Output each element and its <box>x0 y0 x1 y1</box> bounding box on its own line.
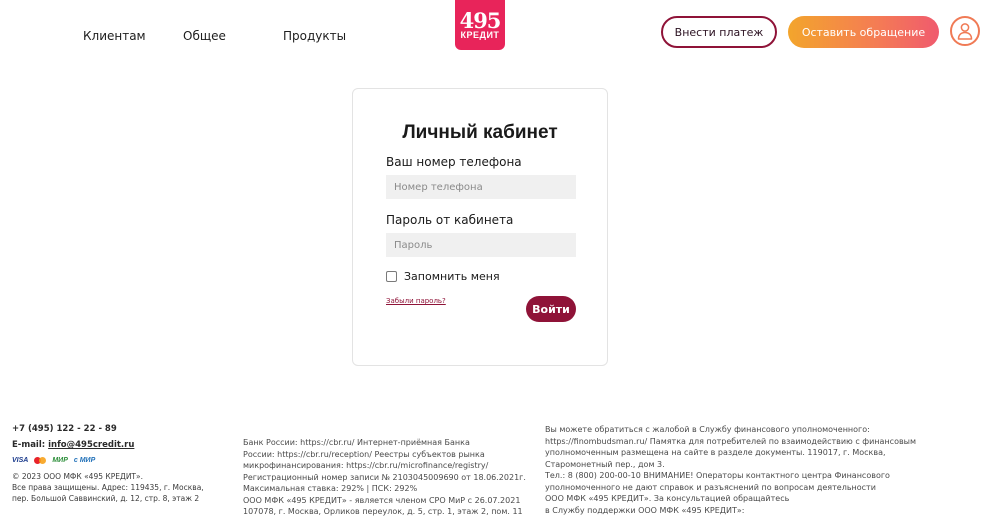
copyright-line: © 2023 ООО МФК «495 КРЕДИТ». <box>12 472 143 481</box>
regulator-line: России: https://cbr.ru/reception/ Реестр… <box>243 449 485 459</box>
password-label: Пароль от кабинета <box>386 213 514 227</box>
regulator-line: ООО МФК «495 КРЕДИТ» - является членом С… <box>243 495 521 505</box>
login-title: Личный кабинет <box>402 122 558 143</box>
footer-regulator-info: Банк России: https://cbr.ru/ Интернет-пр… <box>243 437 528 517</box>
visa-logo: VISA <box>12 456 29 464</box>
email-label: E-mail: <box>12 440 46 450</box>
copyright-line: пер. Большой Саввинский, д. 12, стр. 8, … <box>12 494 200 503</box>
remember-label: Запомнить меня <box>404 270 500 283</box>
regulator-line: Банк России: https://cbr.ru/ Интернет-пр… <box>243 438 470 447</box>
footer-phone[interactable]: +7 (495) 122 - 22 - 89 <box>12 424 227 435</box>
copyright-line: Все права защищены. Адрес: 119435, г. Мо… <box>12 483 204 492</box>
phone-input[interactable] <box>386 175 576 199</box>
mir-pay-logo: с МИР <box>73 456 96 464</box>
user-profile-button[interactable] <box>950 16 980 46</box>
nav-link-clients[interactable]: Клиентам <box>83 29 146 43</box>
ombudsman-line: в Службу поддержки ООО МФК «495 КРЕДИТ»: <box>545 505 745 515</box>
remember-me[interactable]: Запомнить меня <box>386 270 500 283</box>
user-icon <box>957 23 973 40</box>
payment-logos: VISA МИР с МИР <box>12 455 227 465</box>
regulator-line: Максимальная ставка: 292% | ПСК: 292% <box>243 484 418 493</box>
ombudsman-line: уполномоченным размещена на сайте в разд… <box>545 448 886 457</box>
regulator-line: 107078, г. Москва, Орликов переулок, д. … <box>243 507 523 516</box>
ombudsman-line: Старомонетный пер., дом 3. <box>545 459 665 469</box>
phone-label: Ваш номер телефона <box>386 155 522 169</box>
logo[interactable]: 495 КРЕДИТ <box>455 0 505 50</box>
pay-button[interactable]: Внести платеж <box>661 16 777 48</box>
regulator-line: микрофинансирования: https://cbr.ru/micr… <box>243 461 489 470</box>
password-input[interactable] <box>386 233 576 257</box>
logo-word: КРЕДИТ <box>460 29 500 40</box>
footer-copyright: © 2023 ООО МФК «495 КРЕДИТ». Все права з… <box>12 471 227 504</box>
appeal-button[interactable]: Оставить обращение <box>788 16 939 48</box>
logo-number: 495 <box>459 7 502 33</box>
nav-link-general[interactable]: Общее <box>183 29 226 43</box>
forgot-password-link[interactable]: Забыли пароль? <box>386 297 446 305</box>
email-link[interactable]: info@495credit.ru <box>48 440 134 450</box>
regulator-line: Регистрационный номер записи № 210304500… <box>243 472 526 482</box>
login-button[interactable]: Войти <box>526 296 576 322</box>
footer-email: E-mail: info@495credit.ru <box>12 440 227 451</box>
footer-ombudsman-info: Вы можете обратиться с жалобой в Службу … <box>545 424 925 516</box>
ombudsman-line: ООО МФК «495 КРЕДИТ». За консультацией о… <box>545 494 790 503</box>
ombudsman-line: https://finombudsman.ru/ Памятка для пот… <box>545 436 917 446</box>
ombudsman-line: уполномоченного не дают справок и разъяс… <box>545 482 876 492</box>
ombudsman-line: Вы можете обратиться с жалобой в Службу … <box>545 425 870 434</box>
mir-logo: МИР <box>52 456 68 464</box>
login-card: Личный кабинет Ваш номер телефона Пароль… <box>352 88 608 366</box>
footer-contacts: +7 (495) 122 - 22 - 89 E-mail: info@495c… <box>12 424 227 504</box>
remember-checkbox[interactable] <box>386 271 397 282</box>
nav-link-products[interactable]: Продукты <box>283 29 346 43</box>
mastercard-logo <box>34 456 47 464</box>
ombudsman-line: Тел.: 8 (800) 200-00-10 ВНИМАНИЕ! Операт… <box>545 471 890 480</box>
